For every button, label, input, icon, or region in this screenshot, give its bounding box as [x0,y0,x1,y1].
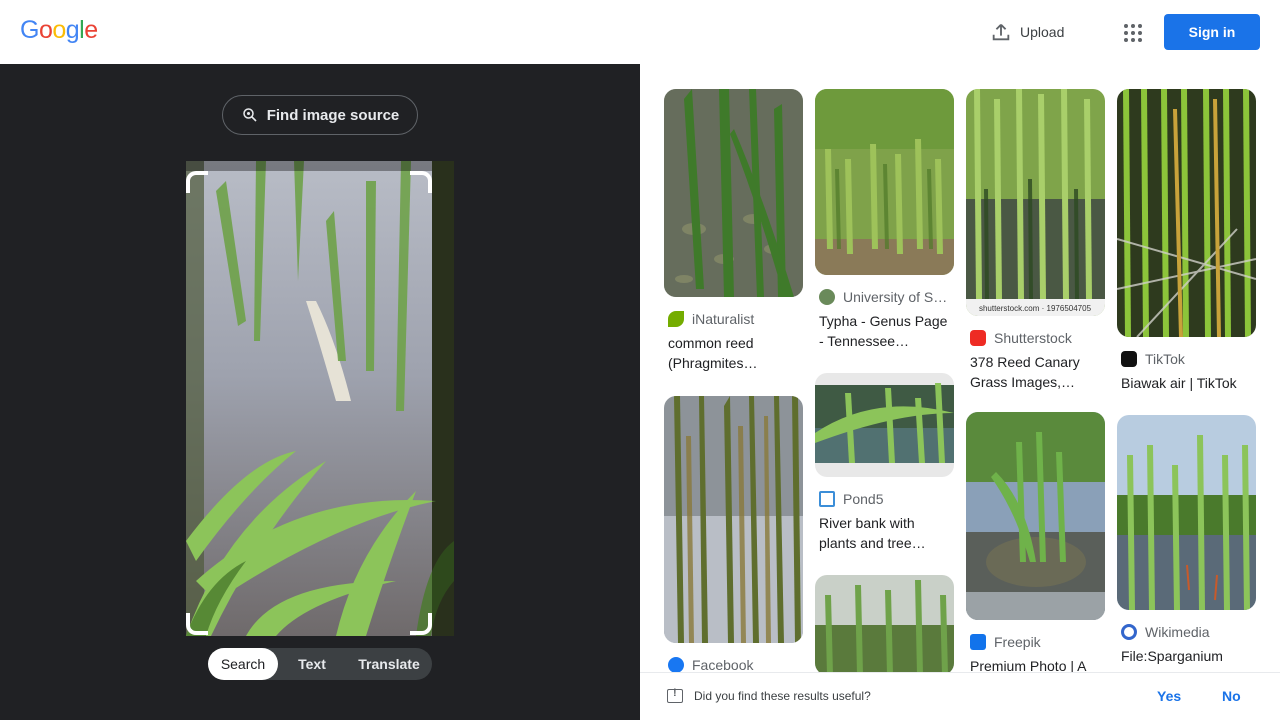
result-source-name: Shutterstock [994,330,1072,346]
crop-handle-bottom-right[interactable] [410,613,432,635]
result-thumbnail[interactable] [966,412,1105,620]
result-source[interactable]: Wikimedia [1117,624,1256,640]
feedback-yes-button[interactable]: Yes [1157,688,1181,704]
result-source-name: Wikimedia [1145,624,1210,640]
result-card[interactable]: Freepik Premium Photo | A [966,412,1105,696]
logo-letter: g [65,16,80,44]
result-card[interactable]: shutterstock.com · 1976504705 Shuttersto… [966,89,1105,392]
tab-search[interactable]: Search [208,648,278,680]
feedback-no-button[interactable]: No [1222,688,1241,704]
logo-letter: e [84,16,98,44]
result-thumbnail[interactable] [1117,415,1256,610]
result-card[interactable]: Facebook [664,396,803,673]
result-source[interactable]: Shutterstock [966,330,1105,346]
result-source-name: iNaturalist [692,311,755,327]
crop-handle-top-right[interactable] [410,171,432,193]
result-source[interactable]: Facebook [664,657,803,673]
inaturalist-icon [668,311,684,327]
tiktok-icon [1121,351,1137,367]
tab-translate[interactable]: Translate [346,648,432,680]
feedback-question: Did you find these results useful? [694,689,871,703]
result-thumbnail[interactable] [815,89,954,275]
tab-text[interactable]: Text [278,648,346,680]
lens-search-icon [242,108,257,122]
facebook-icon [668,657,684,673]
feedback-icon [667,687,683,703]
results-panel: iNaturalist common reed (Phragmites… Fac… [640,64,1280,720]
result-card[interactable]: iNaturalist common reed (Phragmites… [664,89,803,373]
result-card[interactable]: Wikimedia File:Sparganium [1117,415,1256,686]
result-source-name: TikTok [1145,351,1185,367]
upload-icon [992,24,1010,41]
university-icon [819,289,835,305]
pond5-icon [819,491,835,507]
crop-dim-top [186,161,432,171]
result-thumbnail[interactable] [664,396,803,643]
result-source-name: Freepik [994,634,1041,650]
result-card[interactable]: TikTok Biawak air | TikTok [1117,89,1256,413]
result-title[interactable]: common reed (Phragmites… [664,333,803,373]
upload-label: Upload [1020,24,1065,40]
result-source[interactable]: TikTok [1117,351,1256,367]
result-thumbnail[interactable] [664,89,803,297]
top-bar: Google Upload Sign in [0,0,1280,64]
find-image-source-label: Find image source [266,106,400,124]
result-source[interactable]: iNaturalist [664,311,803,327]
result-source[interactable]: University of S… [815,289,954,305]
logo-letter: G [20,16,39,44]
crop-handle-bottom-left[interactable] [186,613,208,635]
result-thumbnail[interactable] [1117,89,1256,337]
logo-letter: o [52,16,66,44]
find-image-source-button[interactable]: Find image source [222,95,418,135]
upload-button[interactable]: Upload [990,18,1064,46]
result-thumbnail[interactable]: shutterstock.com · 1976504705 [966,89,1105,316]
wikimedia-icon [1121,624,1137,640]
result-card[interactable]: Pond5 River bank with plants and tree… [815,373,954,553]
result-title[interactable]: Typha - Genus Page - Tennessee… [815,311,954,351]
result-source-name: Facebook [692,657,754,673]
feedback-bar: Did you find these results useful? Yes N… [640,672,1280,720]
result-source[interactable]: Pond5 [815,491,954,507]
crop-selection[interactable] [186,171,432,635]
apps-grid-icon[interactable] [1120,20,1144,44]
crop-dim-right [432,161,454,636]
result-source-name: University of S… [843,289,948,305]
result-thumbnail[interactable] [815,575,954,675]
mode-switcher: Search Text Translate [208,648,432,680]
query-panel: Find image source Search Text Translate [0,64,640,720]
sign-in-button[interactable]: Sign in [1164,14,1260,50]
logo-letter: o [38,16,53,44]
result-title[interactable]: 378 Reed Canary Grass Images,… [966,352,1105,392]
crop-handle-top-left[interactable] [186,171,208,193]
result-source-name: Pond5 [843,491,884,507]
freepik-icon [970,634,986,650]
result-thumbnail[interactable] [815,373,954,477]
result-title[interactable]: Biawak air | TikTok [1117,373,1256,413]
shutterstock-watermark: shutterstock.com · 1976504705 [979,304,1092,313]
result-card[interactable]: University of S… Typha - Genus Page - Te… [815,89,954,351]
result-card[interactable] [815,575,954,675]
shutterstock-icon [970,330,986,346]
google-logo[interactable]: Google [20,16,98,45]
result-title[interactable]: River bank with plants and tree… [815,513,954,553]
result-source[interactable]: Freepik [966,634,1105,650]
